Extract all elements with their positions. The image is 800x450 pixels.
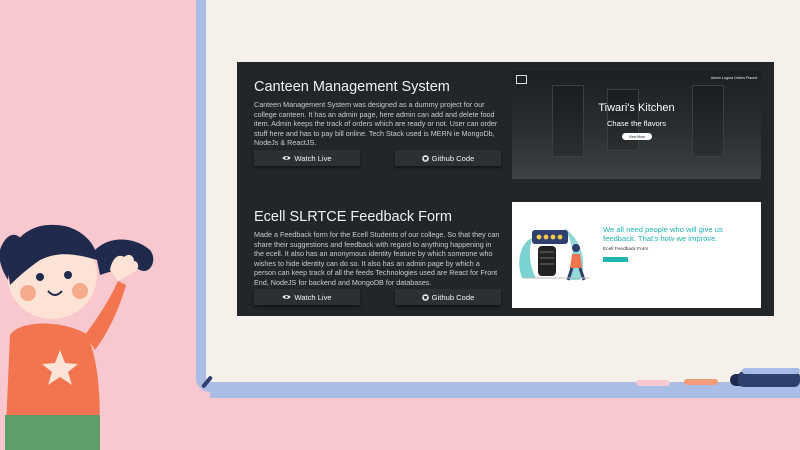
board-tray <box>210 392 800 398</box>
github-code-label: Github Code <box>431 292 475 302</box>
logo-icon <box>516 75 527 84</box>
github-code-button[interactable]: Github Code <box>395 289 501 305</box>
chalk-orange <box>684 379 718 385</box>
project-description: Made a Feedback form for the Ecell Stude… <box>254 230 500 287</box>
feedback-preview-image: We all need people who will give us feed… <box>512 202 761 308</box>
preview-button <box>603 257 628 262</box>
project-title: Ecell SLRTCE Feedback Form <box>254 209 452 225</box>
preview-heading: We all need people who will give us feed… <box>603 225 723 243</box>
chalk-pink <box>636 380 670 386</box>
preview-title: Tiwari's Kitchen <box>598 102 675 114</box>
preview-view-more-button: View More <box>622 133 652 140</box>
preview-form-label: Ecell Feedback Form <box>603 247 649 252</box>
eye-icon <box>282 295 291 299</box>
watch-live-label: Watch Live <box>294 292 332 302</box>
watch-live-button[interactable]: Watch Live <box>254 150 360 166</box>
watch-live-label: Watch Live <box>294 153 332 163</box>
feedback-illustration <box>519 228 589 281</box>
project-title: Canteen Management System <box>254 79 450 95</box>
github-code-label: Github Code <box>431 153 475 163</box>
github-code-button[interactable]: Github Code <box>395 150 501 166</box>
child-illustration <box>0 224 154 450</box>
preview-subtitle: Chase the flavors <box>606 119 667 128</box>
preview-nav: Admin Logout Orders Placed <box>710 76 757 80</box>
watch-live-button[interactable]: Watch Live <box>254 289 360 305</box>
eraser-cap <box>742 368 800 374</box>
github-icon <box>421 293 429 301</box>
project-description: Canteen Management System was designed a… <box>254 100 498 147</box>
canteen-preview-image: Admin Logout Orders Placed Tiwari's Kitc… <box>512 71 761 179</box>
eye-icon <box>282 156 291 160</box>
github-icon <box>421 154 429 162</box>
